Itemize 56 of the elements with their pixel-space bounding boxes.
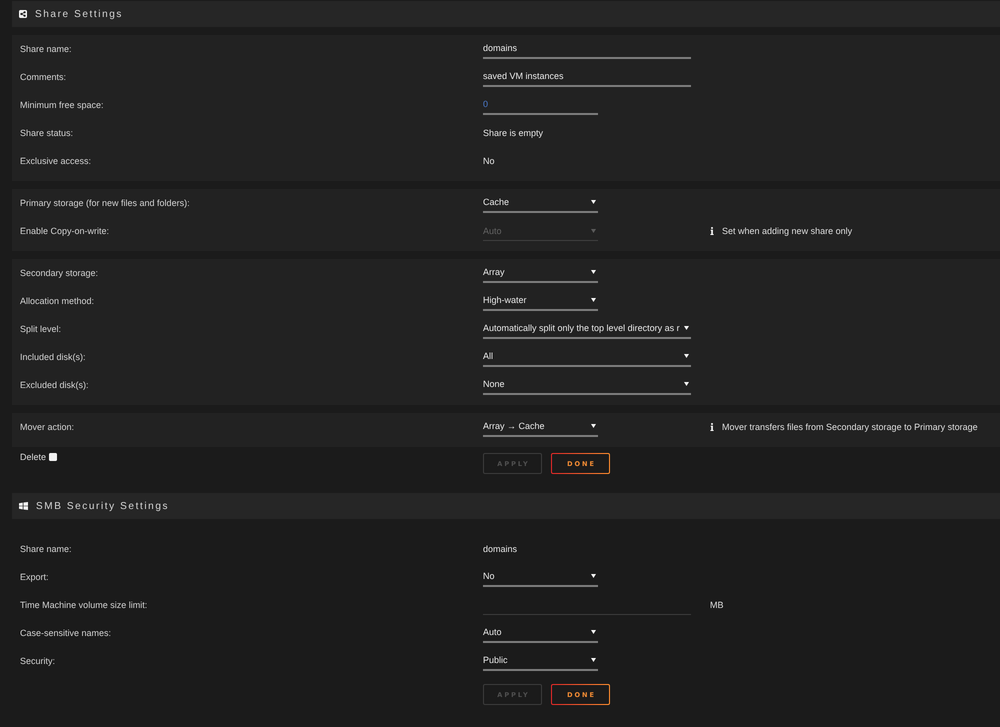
- value-text: Share is empty: [483, 128, 544, 138]
- text-field[interactable]: domains: [483, 39, 691, 59]
- info-icon: [710, 423, 714, 431]
- delete-label: Delete: [20, 452, 46, 462]
- field-label: Share name:: [20, 544, 72, 554]
- caret-icon: [591, 658, 596, 662]
- text-field[interactable]: saved VM instances: [483, 67, 691, 87]
- caret-icon: [684, 382, 689, 386]
- caret-icon: [591, 200, 596, 204]
- field-label: Excluded disk(s):: [20, 380, 89, 390]
- caret-icon: [591, 228, 596, 232]
- field-label: Share status:: [20, 128, 74, 138]
- field-label: Comments:: [20, 72, 66, 82]
- four-squares-icon: [19, 502, 28, 510]
- dropdown[interactable]: All: [483, 347, 691, 367]
- info-icon: [710, 227, 714, 235]
- section-title: Share Settings: [35, 8, 123, 20]
- field-label: Mover action:: [20, 422, 74, 432]
- field-label: Share name:: [20, 44, 72, 54]
- dropdown[interactable]: High-water: [483, 291, 598, 311]
- field-label: Export:: [20, 572, 49, 582]
- caret-icon: [591, 574, 596, 578]
- text-field[interactable]: 0: [483, 95, 598, 115]
- caret-icon: [684, 354, 689, 358]
- dropdown[interactable]: Automatically split only the top level directory as r: [483, 319, 691, 339]
- field-label: Split level:: [20, 324, 62, 334]
- caret-icon: [591, 298, 596, 302]
- section-title: SMB Security Settings: [36, 500, 170, 512]
- field-label: Primary storage (for new files and folders):: [20, 198, 190, 208]
- field-label: Included disk(s):: [20, 352, 86, 362]
- caret-icon: [591, 424, 596, 428]
- dropdown[interactable]: Public: [483, 651, 598, 671]
- dropdown[interactable]: Array: [483, 263, 598, 283]
- field-label: Minimum free space:: [20, 100, 104, 110]
- field-label: Allocation method:: [20, 296, 94, 306]
- note-text: Set when adding new share only: [722, 226, 852, 236]
- field-label: Secondary storage:: [20, 268, 98, 278]
- field-label: Enable Copy-on-write:: [20, 226, 110, 236]
- caret-icon: [591, 630, 596, 634]
- dropdown[interactable]: Auto: [483, 623, 598, 643]
- value-text: domains: [483, 544, 518, 554]
- value-text: No: [483, 156, 495, 166]
- unit-label: MB: [710, 600, 724, 610]
- dropdown[interactable]: None: [483, 375, 691, 395]
- caret-icon: [591, 270, 596, 274]
- field-label: Exclusive access:: [20, 156, 92, 166]
- checkbox[interactable]: [49, 453, 58, 461]
- note-text: Mover transfers files from Secondary storage to Primary storage: [722, 422, 978, 432]
- field-label: Security:: [20, 656, 56, 666]
- caret-icon: [684, 326, 689, 330]
- dropdown[interactable]: No: [483, 567, 598, 587]
- field-label: Time Machine volume size limit:: [20, 600, 148, 610]
- dropdown[interactable]: Cache: [483, 193, 598, 213]
- dropdown[interactable]: Array → Cache: [483, 417, 598, 437]
- field-label: Case-sensitive names:: [20, 628, 112, 638]
- share-icon: [19, 10, 27, 18]
